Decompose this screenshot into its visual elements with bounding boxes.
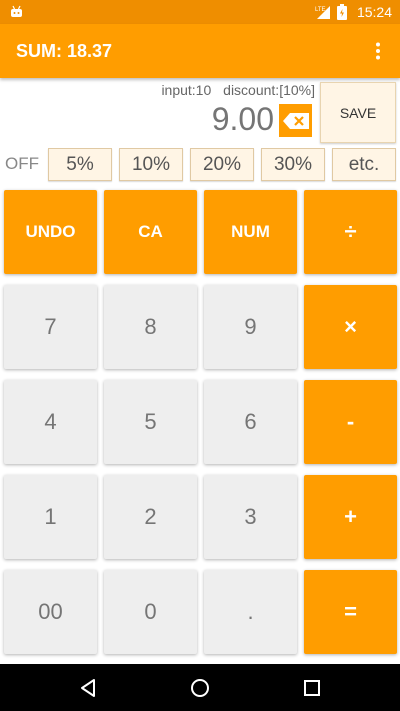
key-0[interactable]: 0 — [104, 570, 197, 654]
sum-title: SUM: 18.37 — [16, 41, 113, 61]
num-button[interactable]: NUM — [204, 190, 297, 274]
recents-icon[interactable] — [300, 676, 324, 700]
input-label: input:10 — [161, 82, 212, 98]
signal-icon: LTE — [315, 6, 330, 19]
save-button[interactable]: SAVE — [320, 82, 396, 143]
discount-5-button[interactable]: 5% — [48, 148, 112, 181]
discount-off-button[interactable]: OFF — [5, 147, 39, 181]
battery-icon — [336, 4, 347, 20]
discount-label: discount:[10%] — [223, 82, 315, 98]
backspace-icon — [282, 112, 309, 129]
status-time: 15:24 — [356, 4, 392, 20]
add-button[interactable]: + — [304, 475, 397, 559]
key-1[interactable]: 1 — [4, 475, 97, 559]
key-7[interactable]: 7 — [4, 285, 97, 369]
key-5[interactable]: 5 — [104, 380, 197, 464]
subtract-button[interactable]: - — [304, 380, 397, 464]
key-6[interactable]: 6 — [204, 380, 297, 464]
discount-row: OFF 5% 10% 20% 30% etc. — [0, 147, 400, 181]
input-info: input:10 discount:[10%] — [161, 82, 315, 98]
calculator-app: LTE 15:24 SUM: 18.37 input:10 discount:[… — [0, 0, 400, 711]
home-icon[interactable] — [188, 676, 212, 700]
discount-20-button[interactable]: 20% — [190, 148, 254, 181]
key-3[interactable]: 3 — [204, 475, 297, 559]
backspace-button[interactable] — [279, 104, 312, 137]
key-00[interactable]: 00 — [4, 570, 97, 654]
discount-etc-button[interactable]: etc. — [332, 148, 396, 181]
divide-button[interactable]: ÷ — [304, 190, 397, 274]
display-value: 9.00 — [211, 101, 274, 137]
undo-button[interactable]: UNDO — [4, 190, 97, 274]
discount-30-button[interactable]: 30% — [261, 148, 325, 181]
clear-all-button[interactable]: CA — [104, 190, 197, 274]
key-2[interactable]: 2 — [104, 475, 197, 559]
key-4[interactable]: 4 — [4, 380, 97, 464]
navigation-bar — [0, 664, 400, 711]
discount-10-button[interactable]: 10% — [119, 148, 183, 181]
network-type: LTE — [315, 7, 326, 13]
multiply-button[interactable]: × — [304, 285, 397, 369]
status-bar: LTE 15:24 — [0, 0, 400, 24]
key-9[interactable]: 9 — [204, 285, 297, 369]
display-panel: input:10 discount:[10%] 9.00 SAVE — [0, 79, 400, 145]
android-icon — [11, 5, 22, 17]
decimal-point-button[interactable]: . — [204, 570, 297, 654]
app-bar: SUM: 18.37 — [0, 24, 400, 78]
more-vert-icon[interactable] — [368, 41, 388, 61]
equals-button[interactable]: = — [304, 570, 397, 654]
key-8[interactable]: 8 — [104, 285, 197, 369]
back-icon[interactable] — [76, 676, 100, 700]
